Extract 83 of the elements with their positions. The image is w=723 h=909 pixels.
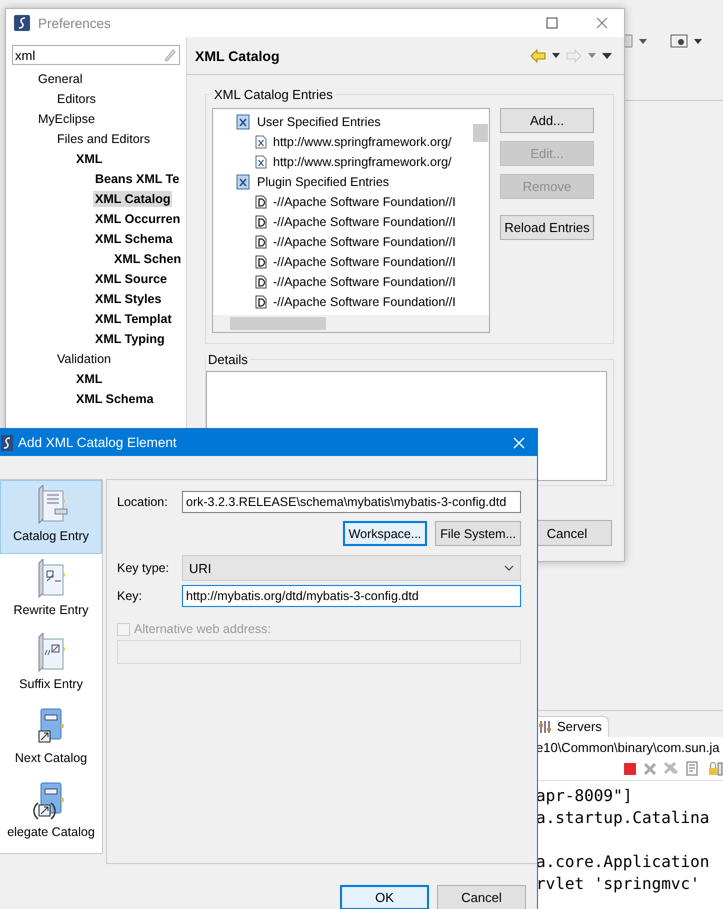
servers-icon — [539, 720, 553, 734]
tree-item[interactable]: Validation — [55, 351, 113, 367]
ok-button[interactable]: OK — [340, 885, 429, 909]
field-label: Key type: — [117, 561, 170, 575]
tree-item[interactable]: General — [36, 71, 84, 87]
back-arrow-icon[interactable] — [530, 48, 546, 62]
tree-item[interactable]: XML — [74, 371, 104, 387]
tree-item[interactable]: Files and Editors — [55, 131, 152, 147]
horizontal-scrollbar[interactable] — [213, 315, 489, 332]
app-logo-icon — [14, 15, 30, 31]
tree-item[interactable]: -//Apache Software Foundation//I — [273, 275, 456, 289]
remove-icon[interactable] — [643, 762, 657, 776]
tree-item[interactable]: XML Catalog — [93, 191, 172, 207]
tree-item[interactable]: XML Occurren — [93, 211, 182, 227]
key-field[interactable]: http://mybatis.org/dtd/mybatis-3-config.dtd — [182, 585, 521, 607]
tree-item[interactable]: Beans XML Te — [93, 171, 182, 187]
page-title: XML Catalog — [195, 48, 280, 64]
location-field[interactable]: ork-3.2.3.RELEASE\schema\mybatis\mybatis-3-config.dtd — [182, 491, 521, 513]
file-system-button[interactable]: File System... — [435, 521, 521, 546]
maximize-icon[interactable] — [546, 17, 558, 29]
workspace-button[interactable]: Workspace... — [342, 521, 428, 546]
entry-type-item[interactable]: Suffix Entry — [0, 628, 102, 702]
chevron-down-icon — [504, 565, 514, 571]
group-label: Details — [207, 352, 249, 367]
entry-type-item[interactable]: elegate Catalog — [0, 776, 102, 850]
entry-type-item[interactable]: Catalog Entry — [0, 480, 102, 554]
app-logo-icon — [1, 434, 13, 450]
close-icon[interactable] — [596, 17, 608, 29]
filter-field[interactable]: xml — [12, 45, 180, 65]
tree-item[interactable]: -//Apache Software Foundation//I — [273, 255, 456, 269]
field-label: Location: — [117, 495, 169, 509]
dialog-title: Add XML Catalog Element — [18, 435, 177, 450]
tree-item[interactable]: http://www.springframework.org/ — [273, 135, 452, 149]
field-label: Key: — [117, 589, 144, 603]
caret-icon[interactable] — [694, 39, 702, 44]
tree-item[interactable]: XML Schema — [74, 391, 156, 407]
catalog-icon — [235, 114, 251, 130]
console-line: a.startup.Catalina — [536, 807, 710, 829]
dtd-file-icon — [255, 295, 267, 309]
tree-item[interactable]: Editors — [55, 91, 98, 107]
tree-item[interactable]: -//Apache Software Foundation//I — [273, 215, 456, 229]
tree-item[interactable]: XML Typing — [93, 331, 167, 347]
dtd-file-icon — [255, 215, 267, 229]
menu-icon[interactable] — [602, 52, 612, 58]
tree-item[interactable]: XML Schen — [112, 251, 184, 267]
server-path: e10\Common\binary\com.sun.ja — [536, 737, 723, 758]
tree-item[interactable]: Plugin Specified Entries — [257, 175, 390, 189]
dtd-file-icon — [255, 235, 267, 249]
tree-item[interactable]: -//Apache Software Foundation//I — [273, 235, 456, 249]
tree-item[interactable]: XML Source — [93, 271, 170, 287]
key-type-dropdown[interactable]: URI — [182, 555, 521, 581]
stop-icon[interactable] — [623, 762, 637, 776]
tree-item[interactable]: XML Schema — [93, 231, 175, 247]
clear-icon[interactable] — [162, 48, 176, 62]
tree-item[interactable]: XML Templat — [93, 311, 174, 327]
window-title: Preferences — [38, 16, 111, 30]
xml-file-icon — [255, 155, 267, 169]
entry-type-item[interactable]: Next Catalog — [0, 702, 102, 776]
tree-item[interactable]: User Specified Entries — [257, 115, 381, 129]
console-line: a.core.Application — [536, 851, 710, 873]
lock-icon[interactable] — [707, 761, 723, 777]
group-label: XML Catalog Entries — [213, 87, 334, 102]
tree-item[interactable]: MyEclipse — [36, 111, 97, 127]
dtd-file-icon — [255, 275, 267, 289]
entry-action-button[interactable]: Add... — [500, 108, 594, 133]
entry-action-button[interactable]: Reload Entries — [500, 215, 594, 240]
cancel-button[interactable]: Cancel — [437, 885, 526, 909]
dtd-file-icon — [255, 255, 267, 269]
tree-item[interactable]: XML — [74, 151, 104, 167]
dtd-file-icon — [255, 195, 267, 209]
xml-file-icon — [255, 135, 267, 149]
tree-item[interactable]: -//Apache Software Foundation//I — [273, 295, 456, 309]
tree-item[interactable]: -//Apache Software Foundation//I — [273, 195, 456, 209]
catalog-icon — [235, 174, 251, 190]
console-line: rvlet 'springmvc' — [536, 873, 701, 895]
tree-item[interactable]: http://www.springframework.org/ — [273, 155, 452, 169]
entry-type-item[interactable]: Rewrite Entry — [0, 554, 102, 628]
tree-item[interactable]: XML Styles — [93, 291, 164, 307]
caret-icon[interactable] — [639, 39, 647, 44]
servers-tab[interactable]: Servers — [536, 716, 609, 737]
camera-icon[interactable] — [670, 33, 688, 49]
caret-icon[interactable] — [552, 53, 560, 58]
console-line: apr-8009"] — [536, 785, 634, 807]
